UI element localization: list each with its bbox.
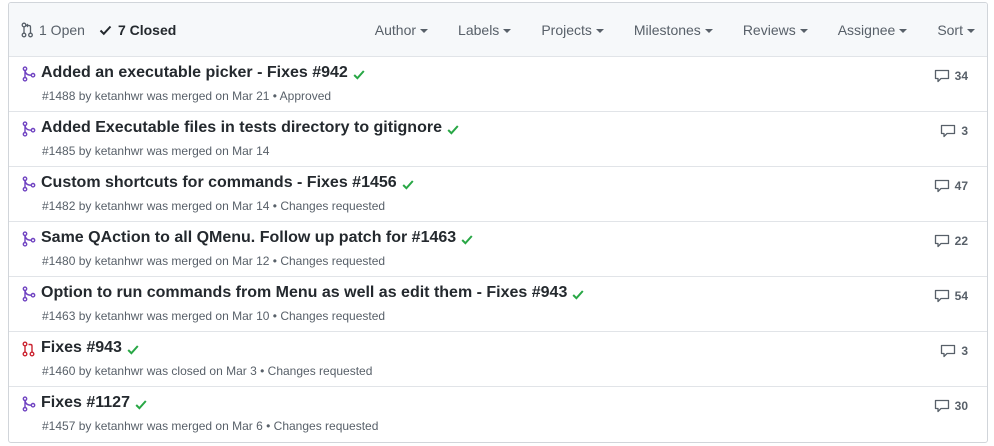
author-filter-label: Author (374, 21, 417, 38)
comment-icon (934, 179, 949, 193)
caret-down-icon (899, 28, 908, 33)
comments-link[interactable]: 22 (934, 234, 968, 248)
list-item[interactable]: Same QAction to all QMenu. Follow up pat… (9, 222, 987, 277)
filter-menus: Author Labels Projects Milestones Review… (375, 22, 975, 38)
pull-request-list: 1 Open 7 Closed Author Labels Projects M… (8, 2, 988, 443)
projects-filter-label: Projects (541, 21, 592, 38)
closed-filter[interactable]: 7 Closed (99, 22, 176, 38)
list-header: 1 Open 7 Closed Author Labels Projects M… (9, 3, 987, 57)
pull-request-title-line: Option to run commands from Menu as well… (41, 284, 584, 302)
caret-down-icon (595, 28, 604, 33)
caret-down-icon (704, 28, 713, 33)
pull-request-title-line: Fixes #1127 (41, 394, 147, 412)
projects-filter[interactable]: Projects (541, 22, 604, 38)
comment-count: 47 (954, 179, 968, 193)
comment-icon (934, 399, 949, 413)
pull-request-title-link[interactable]: Added Executable files in tests director… (41, 119, 442, 137)
comments-link[interactable]: 54 (934, 289, 968, 303)
comment-icon (934, 289, 949, 303)
list-item[interactable]: Custom shortcuts for commands - Fixes #1… (9, 167, 987, 222)
sort-filter[interactable]: Sort (937, 22, 975, 38)
pull-request-title-link[interactable]: Added an executable picker - Fixes #942 (41, 64, 348, 82)
labels-filter-label: Labels (458, 21, 500, 38)
pull-request-meta: #1482 by ketanhwr was merged on Mar 14 •… (42, 199, 386, 213)
caret-down-icon (967, 28, 975, 33)
comment-icon (941, 124, 956, 138)
list-item[interactable]: Added Executable files in tests director… (9, 112, 987, 167)
comment-icon (934, 234, 949, 248)
pull-request-title-link[interactable]: Fixes #943 (41, 339, 122, 357)
caret-down-icon (420, 28, 429, 33)
check-icon[interactable] (572, 289, 584, 300)
comment-icon (934, 69, 949, 83)
comments-link[interactable]: 34 (934, 69, 968, 83)
caret-down-icon (799, 28, 808, 33)
check-icon[interactable] (402, 179, 414, 190)
check-icon[interactable] (353, 69, 365, 80)
list-item[interactable]: Fixes #943 #1460 by ketanhwr was closed … (9, 332, 987, 387)
pull-request-meta: #1463 by ketanhwr was merged on Mar 10 •… (42, 309, 386, 323)
closed-count-label: 7 Closed (117, 21, 177, 38)
caret-down-icon (503, 28, 512, 33)
assignee-filter-label: Assignee (837, 21, 896, 38)
list-item[interactable]: Fixes #1127 #1457 by ketanhwr was merged… (9, 387, 987, 442)
pull-request-title-line: Same QAction to all QMenu. Follow up pat… (41, 229, 473, 247)
assignee-filter[interactable]: Assignee (838, 22, 908, 38)
list-item[interactable]: Option to run commands from Menu as well… (9, 277, 987, 332)
labels-filter[interactable]: Labels (458, 21, 512, 38)
pull-request-title-line: Custom shortcuts for commands - Fixes #1… (41, 174, 414, 192)
open-count-label: 1 Open (39, 21, 85, 38)
pull-request-title-link[interactable]: Fixes #1127 (41, 394, 130, 412)
merged-icon (22, 176, 36, 192)
reviews-filter[interactable]: Reviews (743, 22, 808, 38)
pull-request-title-link[interactable]: Option to run commands from Menu as well… (41, 284, 567, 302)
milestones-filter[interactable]: Milestones (634, 22, 713, 38)
sort-filter-label: Sort (937, 21, 963, 38)
check-icon[interactable] (447, 124, 459, 135)
pull-request-meta: #1457 by ketanhwr was merged on Mar 6 • … (42, 419, 379, 433)
comments-link[interactable]: 3 (940, 344, 968, 358)
pull-request-meta: #1488 by ketanhwr was merged on Mar 21 •… (42, 89, 332, 103)
closed-pull-request-icon (22, 341, 35, 357)
comment-count: 54 (954, 289, 968, 303)
pull-request-title-line: Fixes #943 (41, 339, 139, 357)
pull-request-title-line: Added an executable picker - Fixes #942 (41, 64, 365, 82)
pull-request-meta: #1480 by ketanhwr was merged on Mar 12 •… (42, 254, 386, 268)
list-item[interactable]: Added an executable picker - Fixes #942 … (9, 57, 987, 112)
state-toggles: 1 Open 7 Closed (21, 22, 190, 38)
merged-icon (22, 286, 36, 302)
comments-link[interactable]: 3 (940, 124, 968, 138)
merged-icon (22, 231, 36, 247)
comment-count: 3 (961, 344, 968, 358)
comment-icon (941, 344, 956, 358)
comment-count: 30 (954, 399, 968, 413)
reviews-filter-label: Reviews (742, 21, 796, 38)
comment-count: 34 (954, 69, 968, 83)
comment-count: 22 (954, 234, 968, 248)
pull-request-title-link[interactable]: Same QAction to all QMenu. Follow up pat… (41, 229, 456, 247)
pull-request-title-link[interactable]: Custom shortcuts for commands - Fixes #1… (41, 174, 397, 192)
pull-request-meta: #1460 by ketanhwr was closed on Mar 3 • … (42, 364, 373, 378)
pull-request-meta: #1485 by ketanhwr was merged on Mar 14 (42, 144, 270, 158)
merged-icon (22, 396, 36, 412)
pull-request-title-line: Added Executable files in tests director… (41, 119, 459, 137)
comments-link[interactable]: 47 (934, 179, 968, 193)
open-filter[interactable]: 1 Open (21, 22, 85, 38)
pull-request-rows: Added an executable picker - Fixes #942 … (9, 57, 987, 442)
check-icon[interactable] (135, 399, 147, 410)
pull-request-icon (21, 22, 33, 37)
merged-icon (22, 66, 36, 82)
merged-icon (22, 121, 36, 137)
check-icon[interactable] (461, 234, 473, 245)
check-icon[interactable] (127, 344, 139, 355)
comment-count: 3 (961, 124, 968, 138)
check-icon (99, 25, 112, 35)
author-filter[interactable]: Author (374, 21, 429, 38)
comments-link[interactable]: 30 (934, 399, 968, 413)
milestones-filter-label: Milestones (633, 21, 701, 38)
